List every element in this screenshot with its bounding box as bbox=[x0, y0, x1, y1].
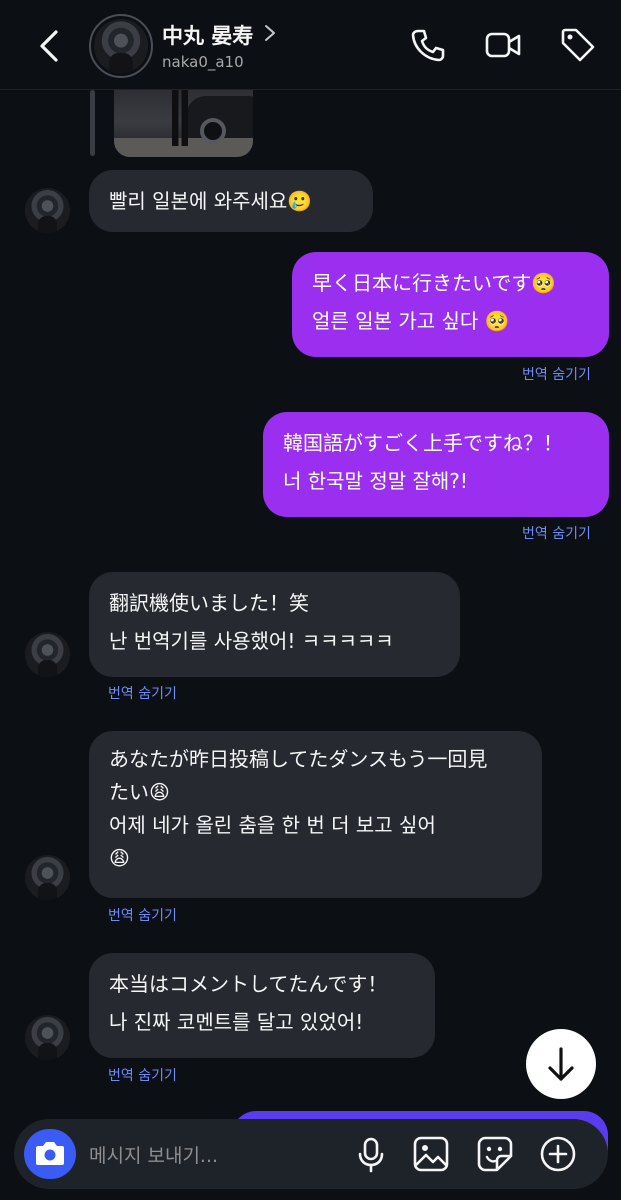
incoming-message[interactable]: 本当はコメントしてたんです！ 나 진짜 코멘트를 달고 있었어! bbox=[89, 953, 435, 1058]
contact-name[interactable]: 中丸 晏寿 bbox=[162, 20, 253, 50]
incoming-message[interactable]: 翻訳機使いました！笑 난 번역기를 사용했어! ㅋㅋㅋㅋㅋ bbox=[89, 572, 460, 677]
back-arrow-icon[interactable] bbox=[34, 28, 68, 64]
incoming-message[interactable]: あなたが昨日投稿してたダンスもう一回見 たい😩 어제 네가 올린 춤을 한 번 … bbox=[89, 731, 542, 898]
message-translation-text: 어제 네가 올린 춤을 한 번 더 보고 싶어 bbox=[109, 813, 436, 837]
chevron-right-icon[interactable] bbox=[263, 24, 277, 42]
hide-translation-link[interactable]: 번역 숨기기 bbox=[108, 1065, 177, 1085]
gallery-icon[interactable] bbox=[411, 1134, 451, 1174]
message-translation-text: 얼른 일본 가고 싶다 🥺 bbox=[312, 309, 510, 333]
profile-avatar[interactable] bbox=[89, 14, 153, 78]
message-original-text: 翻訳機使いました！笑 bbox=[109, 591, 309, 615]
hide-translation-link[interactable]: 번역 숨기기 bbox=[108, 683, 177, 703]
hide-translation-link[interactable]: 번역 숨기기 bbox=[108, 905, 177, 925]
message-translation-text: 나 진짜 코멘트를 달고 있었어! bbox=[109, 1010, 364, 1034]
outgoing-message[interactable]: 韓国語がすごく上手ですね？！ 너 한국말 정말 잘해?! bbox=[263, 412, 609, 517]
sticker-icon[interactable] bbox=[475, 1134, 515, 1174]
sender-avatar[interactable] bbox=[25, 632, 70, 677]
shared-photo[interactable] bbox=[114, 86, 253, 157]
chat-header: 中丸 晏寿 naka0_a10 bbox=[0, 0, 621, 90]
outgoing-message[interactable]: 早く日本に行きたいです🥺 얼른 일본 가고 싶다 🥺 bbox=[292, 252, 609, 357]
sender-avatar[interactable] bbox=[25, 188, 70, 233]
sender-avatar[interactable] bbox=[25, 855, 70, 900]
incoming-message[interactable]: 빨리 일본에 와주세요🥲 bbox=[89, 170, 373, 232]
camera-icon bbox=[36, 1142, 64, 1165]
message-original-text: あなたが昨日投稿してたダンスもう一回見 bbox=[109, 747, 488, 771]
message-translation-text: 😩 bbox=[109, 846, 130, 870]
sender-avatar[interactable] bbox=[25, 1015, 70, 1060]
message-original-text: たい😩 bbox=[109, 780, 170, 804]
message-original-text: 早く日本に行きたいです🥺 bbox=[312, 271, 557, 295]
message-original-text: 本当はコメントしてたんです！ bbox=[109, 972, 388, 996]
message-composer: 메시지 보내기... bbox=[14, 1119, 608, 1189]
message-input[interactable]: 메시지 보내기... bbox=[89, 1141, 218, 1168]
reply-indicator bbox=[90, 90, 95, 156]
video-call-icon[interactable] bbox=[484, 26, 522, 64]
hide-translation-link[interactable]: 번역 숨기기 bbox=[522, 364, 591, 384]
microphone-icon[interactable] bbox=[351, 1134, 391, 1174]
message-translation-text: 난 번역기를 사용했어! ㅋㅋㅋㅋㅋ bbox=[109, 629, 394, 653]
arrow-down-icon bbox=[548, 1047, 574, 1081]
camera-button[interactable] bbox=[24, 1129, 76, 1179]
tag-icon[interactable] bbox=[559, 26, 597, 64]
message-translation-text: 너 한국말 정말 잘해?! bbox=[283, 469, 468, 493]
message-original-text: 韓国語がすごく上手ですね？！ bbox=[283, 431, 563, 455]
contact-username[interactable]: naka0_a10 bbox=[162, 53, 244, 71]
hide-translation-link[interactable]: 번역 숨기기 bbox=[522, 523, 591, 543]
add-icon[interactable] bbox=[538, 1134, 578, 1174]
phone-icon[interactable] bbox=[409, 26, 447, 64]
message-text: 빨리 일본에 와주세요🥲 bbox=[109, 189, 313, 213]
scroll-to-bottom-button[interactable] bbox=[526, 1029, 596, 1099]
